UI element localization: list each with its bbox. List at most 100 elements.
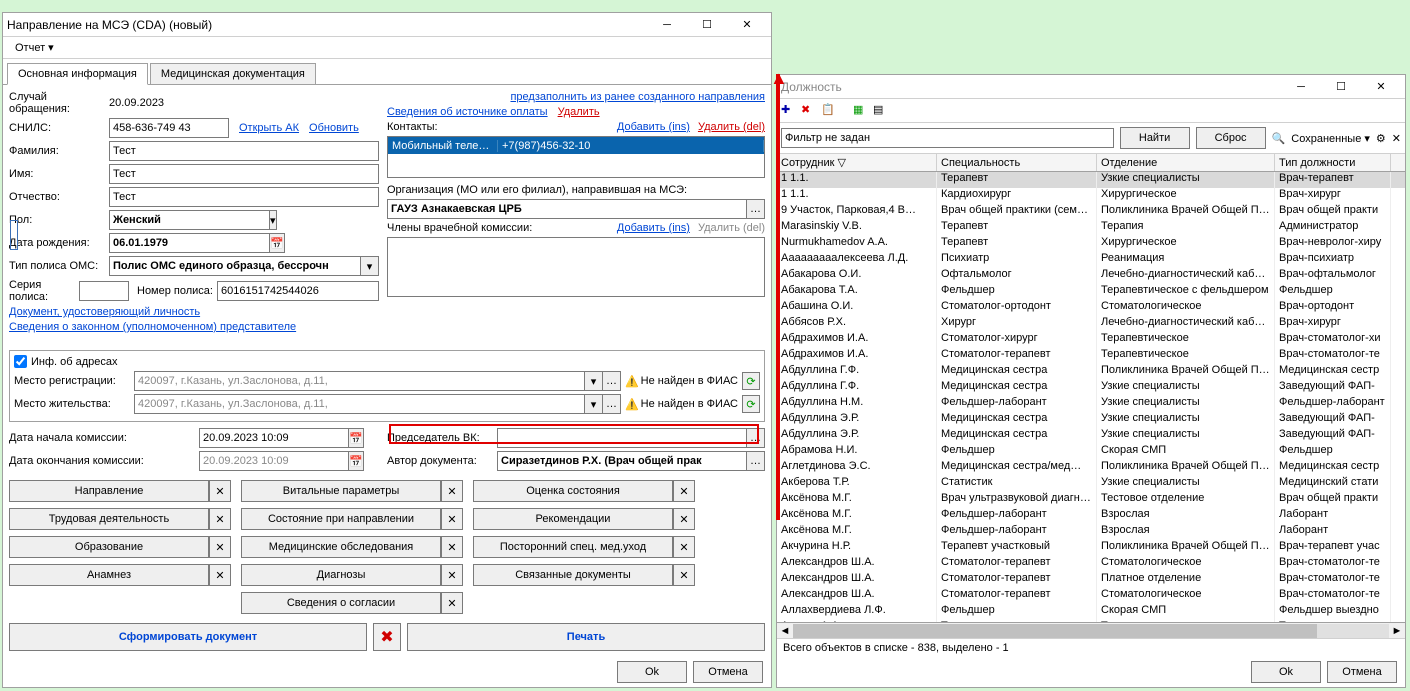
- remove-section-button[interactable]: ✕: [209, 536, 231, 558]
- polis-combo[interactable]: [109, 256, 361, 276]
- table-row[interactable]: Акберова Т.Р.СтатистикУзкие специалистыМ…: [777, 476, 1405, 492]
- print-button[interactable]: Печать: [407, 623, 765, 651]
- remove-section-button[interactable]: ✕: [209, 480, 231, 502]
- representative-link[interactable]: Сведения о законном (уполномоченном) пре…: [9, 321, 296, 333]
- plus-icon[interactable]: ✚: [781, 103, 797, 119]
- excel-icon[interactable]: ▦: [853, 103, 869, 119]
- table-row[interactable]: Marasinskiy V.B.ТерапевтТерапияАдминистр…: [777, 220, 1405, 236]
- calendar-icon[interactable]: 📅: [270, 233, 285, 253]
- polis-series-input[interactable]: [79, 281, 129, 301]
- report-menu[interactable]: Отчет ▾: [9, 39, 60, 56]
- section-button[interactable]: Витальные параметры: [241, 480, 441, 502]
- list-ok-button[interactable]: Ok: [1251, 661, 1321, 683]
- chevron-down-icon[interactable]: ▾: [361, 256, 379, 276]
- delete-icon[interactable]: ✖: [801, 103, 817, 119]
- dob-input[interactable]: [109, 233, 270, 253]
- section-button[interactable]: Рекомендации: [473, 508, 673, 530]
- section-button[interactable]: Оценка состояния: [473, 480, 673, 502]
- fam-input[interactable]: [109, 141, 379, 161]
- pat-input[interactable]: [109, 187, 379, 207]
- table-row[interactable]: Александров Ш.А.Стоматолог-терапевтСтома…: [777, 588, 1405, 604]
- section-button[interactable]: Связанные документы: [473, 564, 673, 586]
- horizontal-scrollbar[interactable]: ◄ ►: [777, 622, 1405, 638]
- identity-doc-link[interactable]: Документ, удостоверяющий личность: [9, 306, 200, 318]
- refresh-icon[interactable]: ⟳: [742, 395, 760, 413]
- close-filter-icon[interactable]: ✕: [1392, 132, 1401, 145]
- saved-label[interactable]: Сохраненные ▾: [1291, 132, 1370, 145]
- ellipsis-icon[interactable]: …: [747, 199, 765, 219]
- chairman-input[interactable]: [497, 428, 747, 448]
- remove-section-button[interactable]: ✕: [673, 536, 695, 558]
- close-button[interactable]: ✕: [1361, 75, 1401, 99]
- col-position-type[interactable]: Тип должности: [1275, 154, 1391, 171]
- remove-section-button[interactable]: ✕: [209, 564, 231, 586]
- remove-section-button[interactable]: ✕: [673, 480, 695, 502]
- table-row[interactable]: Абдрахимов И.А.Стоматолог-хирургТерапевт…: [777, 332, 1405, 348]
- sex-combo[interactable]: [109, 210, 270, 230]
- refresh-icon[interactable]: ⟳: [742, 372, 760, 390]
- contact-row[interactable]: Мобильный теле… +7(987)456-32-10: [388, 137, 764, 154]
- table-row[interactable]: Аллахвердиева Л.Ф.ФельдшерСкорая СМПФель…: [777, 604, 1405, 620]
- polis-num-input[interactable]: [217, 281, 379, 301]
- open-ak-link[interactable]: Открыть АК: [239, 122, 299, 134]
- minimize-button[interactable]: ─: [647, 13, 687, 37]
- table-row[interactable]: Ааааааааалексеева Л.Д.ПсихиатрРеанимация…: [777, 252, 1405, 268]
- copy-icon[interactable]: 📋: [821, 103, 837, 119]
- export-icon[interactable]: ▤: [873, 103, 889, 119]
- ellipsis-icon[interactable]: …: [603, 394, 621, 414]
- chevron-down-icon[interactable]: ▾: [585, 394, 603, 414]
- reset-button[interactable]: Сброс: [1196, 127, 1266, 149]
- remove-section-button[interactable]: ✕: [673, 508, 695, 530]
- table-row[interactable]: 1 1.1.ТерапевтУзкие специалистыВрач-тера…: [777, 172, 1405, 188]
- calendar-icon[interactable]: 📅: [349, 451, 364, 471]
- table-row[interactable]: Абдуллина Г.Ф.Медицинская сестраУзкие сп…: [777, 380, 1405, 396]
- address-checkbox[interactable]: [14, 355, 27, 368]
- table-row[interactable]: Абдуллина Э.Р.Медицинская сестраУзкие сп…: [777, 412, 1405, 428]
- minimize-button[interactable]: ─: [1281, 75, 1321, 99]
- col-specialty[interactable]: Специальность: [937, 154, 1097, 171]
- section-button[interactable]: Диагнозы: [241, 564, 441, 586]
- section-button[interactable]: Трудовая деятельность: [9, 508, 209, 530]
- payment-source-link[interactable]: Сведения об источнике оплаты: [387, 106, 548, 118]
- refresh-link[interactable]: Обновить: [309, 122, 359, 134]
- table-row[interactable]: Абакарова О.И.ОфтальмологЛечебно-диагнос…: [777, 268, 1405, 284]
- filter-input[interactable]: [781, 128, 1114, 148]
- data-grid[interactable]: 1 1.1.ТерапевтУзкие специалистыВрач-тера…: [777, 172, 1405, 622]
- chevron-down-icon[interactable]: ▾: [585, 371, 603, 391]
- form-document-button[interactable]: Сформировать документ: [9, 623, 367, 651]
- list-cancel-button[interactable]: Отмена: [1327, 661, 1397, 683]
- ellipsis-icon[interactable]: …: [747, 428, 765, 448]
- add-member-link[interactable]: Добавить (ins): [617, 222, 690, 234]
- section-button[interactable]: Направление: [9, 480, 209, 502]
- add-contact-link[interactable]: Добавить (ins): [617, 121, 690, 133]
- ellipsis-icon[interactable]: …: [747, 451, 765, 471]
- table-row[interactable]: Абакарова Т.А.ФельдшерТерапевтическое с …: [777, 284, 1405, 300]
- table-row[interactable]: Аксёнова М.Г.Фельдшер-лаборантВзрослаяЛа…: [777, 508, 1405, 524]
- addr-live-input[interactable]: [134, 394, 585, 414]
- addr-reg-input[interactable]: [134, 371, 585, 391]
- table-row[interactable]: Абрамова Н.И.ФельдшерСкорая СМПФельдшер: [777, 444, 1405, 460]
- section-button[interactable]: Медицинские обследования: [241, 536, 441, 558]
- remove-section-button[interactable]: ✕: [209, 508, 231, 530]
- section-button[interactable]: Сведения о согласии: [241, 592, 441, 614]
- col-department[interactable]: Отделение: [1097, 154, 1275, 171]
- table-row[interactable]: Аббясов Р.Х.ХирургЛечебно-диагностически…: [777, 316, 1405, 332]
- remove-section-button[interactable]: ✕: [441, 480, 463, 502]
- section-button[interactable]: Посторонний спец. мед.уход: [473, 536, 673, 558]
- chevron-down-icon[interactable]: ▾: [270, 210, 277, 230]
- tab-main-info[interactable]: Основная информация: [7, 63, 148, 85]
- contacts-grid[interactable]: Мобильный теле… +7(987)456-32-10: [387, 136, 765, 178]
- table-row[interactable]: Аглетдинова Э.С.Медицинская сестра/мед…П…: [777, 460, 1405, 476]
- ellipsis-icon[interactable]: …: [603, 371, 621, 391]
- cancel-button[interactable]: Отмена: [693, 661, 763, 683]
- table-row[interactable]: Абдуллина Э.Р.Медицинская сестраУзкие сп…: [777, 428, 1405, 444]
- settings-icon[interactable]: ⚙: [1376, 132, 1386, 145]
- members-grid[interactable]: [387, 237, 765, 297]
- remove-section-button[interactable]: ✕: [673, 564, 695, 586]
- org-combo[interactable]: [387, 199, 747, 219]
- maximize-button[interactable]: ☐: [1321, 75, 1361, 99]
- remove-section-button[interactable]: ✕: [441, 592, 463, 614]
- table-row[interactable]: Аксёнова М.Г.Врач ультразвуковой диагн…Т…: [777, 492, 1405, 508]
- table-row[interactable]: Абдуллина Н.М.Фельдшер-лаборантУзкие спе…: [777, 396, 1405, 412]
- table-row[interactable]: 9 Участок, Парковая,4 В…Врач общей практ…: [777, 204, 1405, 220]
